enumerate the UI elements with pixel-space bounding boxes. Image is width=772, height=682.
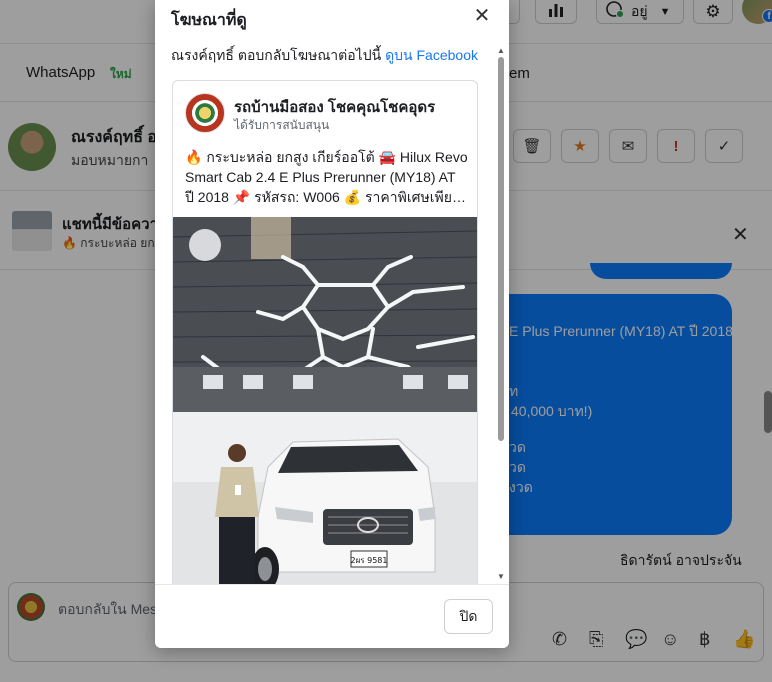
close-button[interactable]: ปิด: [444, 599, 493, 634]
scrollbar-thumb[interactable]: [498, 57, 504, 441]
dialog-description: ณรงค์ฤทธิ์ ตอบกลับโฆษณาต่อไปนี้ ดูบน Fac…: [171, 45, 478, 67]
sponsored-label: ได้รับการสนับสนุน: [234, 118, 330, 132]
license-plate: 2ผร 9581: [351, 556, 388, 565]
close-icon[interactable]: ✕: [471, 6, 493, 28]
description-text: ณรงค์ฤทธิ์ ตอบกลับโฆษณาต่อไปนี้: [171, 47, 382, 63]
ad-copy: 🔥 กระบะหล่อ ยกสูง เกียร์ออโต้ 🚘 Hilux Re…: [185, 147, 469, 207]
ad-copy-line: ปี 2018 📌 รหัสรถ: W006 💰 ราคาพิเศษเพียงง…: [185, 189, 469, 205]
ad-copy-line: Smart Cab 2.4 E Plus Prerunner (MY18) AT: [185, 169, 456, 185]
page-logo[interactable]: [185, 93, 225, 133]
dialog-footer: ปิด: [155, 584, 509, 648]
dialog-body: รถบ้านมือสอง โชคคุณโชคอุดร ได้รับการสนับ…: [155, 70, 509, 584]
view-on-facebook-link[interactable]: ดูบน Facebook: [385, 47, 478, 63]
dialog-title: โฆษณาที่ดู: [171, 12, 247, 29]
ad-copy-line: 🔥 กระบะหล่อ ยกสูง เกียร์ออโต้ 🚘 Hilux Re…: [185, 149, 468, 165]
ad-preview-card: รถบ้านมือสอง โชคคุณโชคอุดร ได้รับการสนับ…: [172, 80, 478, 584]
viewed-ad-dialog: โฆษณาที่ดู ✕ ณรงค์ฤทธิ์ ตอบกลับโฆษณาต่อไ…: [155, 0, 509, 648]
ad-photo: 2ผร 9581: [173, 217, 477, 584]
scroll-down-icon[interactable]: ▼: [497, 572, 505, 581]
scroll-up-icon[interactable]: ▲: [497, 46, 505, 55]
